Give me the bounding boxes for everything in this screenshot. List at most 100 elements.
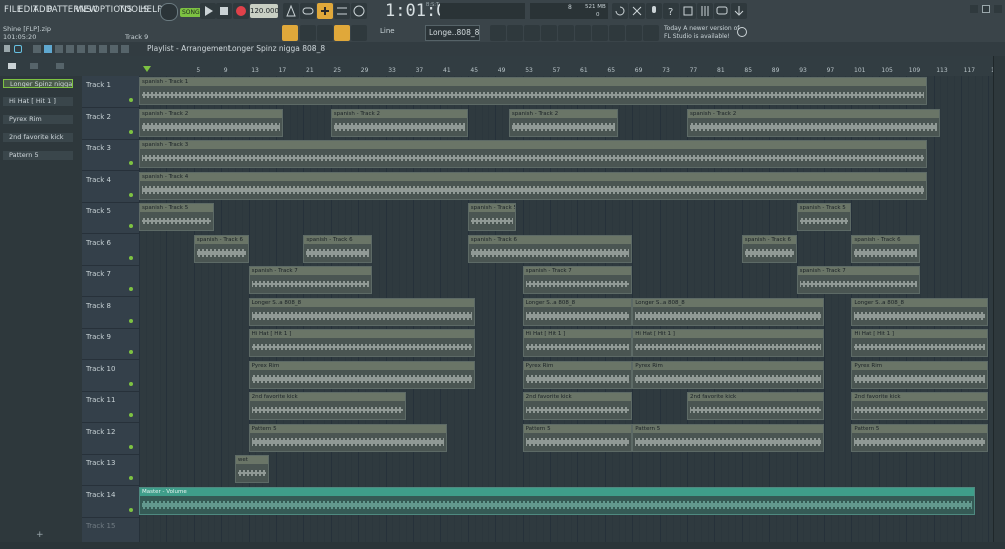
playlist-clip[interactable]: Hi Hat [ Hit 1 ] <box>248 329 475 357</box>
playlist-clip[interactable]: spanish - Track 2 <box>139 108 283 137</box>
track-header-2[interactable]: Track 2 <box>82 108 139 140</box>
playback-tool-icon[interactable] <box>121 45 129 53</box>
picker-item-1[interactable]: Longer Spinz nigga 808_8 <box>3 79 73 88</box>
pencil-icon[interactable] <box>300 25 316 41</box>
track-header-8[interactable]: Track 8 <box>82 297 139 329</box>
playlist-tool-icon[interactable] <box>282 25 298 41</box>
track-led-8[interactable] <box>129 318 133 323</box>
magnet-icon[interactable] <box>14 45 22 53</box>
track-led-2[interactable] <box>129 129 133 134</box>
playlist-clip[interactable]: Pyrex Rim <box>522 360 633 389</box>
playlist-clip[interactable]: spanish - Track 5 <box>467 203 516 231</box>
playlist-clip[interactable]: spanish - Track 7 <box>796 266 920 294</box>
save-icon[interactable] <box>680 3 696 19</box>
playlist-clip[interactable]: Pattern 5 <box>851 423 989 452</box>
track-led-13[interactable] <box>129 476 133 480</box>
track-header-6[interactable]: Track 6 <box>82 234 139 266</box>
playlist-clip[interactable]: Pattern 5 <box>522 423 633 452</box>
playlist-clip[interactable]: spanish - Track 6 <box>467 234 633 263</box>
playlist-clip[interactable]: Pyrex Rim <box>851 360 989 389</box>
picker-item-2[interactable]: Hi Hat [ Hit 1 ] <box>3 97 73 106</box>
globe-icon[interactable] <box>737 27 747 37</box>
playlist-clip[interactable]: spanish - Track 7 <box>248 266 372 294</box>
microphone-icon[interactable] <box>646 3 662 19</box>
stop-button[interactable] <box>216 3 232 19</box>
playlist-clip[interactable]: Hi Hat [ Hit 1 ] <box>632 329 824 357</box>
playlist-clip[interactable]: wet <box>234 455 270 483</box>
undo-icon[interactable] <box>612 3 628 19</box>
slice-tool-icon[interactable] <box>88 45 96 53</box>
download-icon[interactable] <box>731 3 747 19</box>
playlist-clip[interactable]: spanish - Track 3 <box>139 140 927 168</box>
play-button[interactable] <box>200 3 216 19</box>
brush-icon[interactable] <box>317 25 333 41</box>
playlist-clip[interactable]: spanish - Track 6 <box>193 234 249 263</box>
window-maximize-button[interactable] <box>982 5 990 13</box>
zoom-tool-icon[interactable] <box>110 45 118 53</box>
picker-item-5[interactable]: Pattern 5 <box>3 151 73 160</box>
playlist-clip[interactable]: Pyrex Rim <box>632 360 824 389</box>
song-position-marker[interactable] <box>143 66 151 72</box>
mixer-icon[interactable] <box>697 3 713 19</box>
playlist-clip[interactable]: Pattern 5 <box>632 423 824 452</box>
playlist-clip[interactable]: spanish - Track 2 <box>508 108 619 137</box>
track-led-10[interactable] <box>129 381 133 386</box>
pencil-tool-icon[interactable] <box>33 45 41 53</box>
playlist-clip[interactable]: spanish - Track 4 <box>139 171 927 200</box>
playlist-clip[interactable]: Longer S..a 808_8 <box>522 297 633 326</box>
channel-rack-icon[interactable] <box>507 25 523 41</box>
playlist-clip[interactable]: Longer S..a 808_8 <box>851 297 989 326</box>
track-led-14[interactable] <box>129 507 133 512</box>
track-header-15[interactable]: Track 15 <box>82 517 139 549</box>
slip-tool-icon[interactable] <box>77 45 85 53</box>
track-header-9[interactable]: Track 9 <box>82 328 139 360</box>
delete-tool-icon[interactable] <box>55 45 63 53</box>
track-header-3[interactable]: Track 3 <box>82 139 139 171</box>
speaker-icon[interactable] <box>609 25 625 41</box>
playlist-clip[interactable]: Longer S..a 808_8 <box>632 297 824 326</box>
track-led-12[interactable] <box>129 444 133 449</box>
picker-item-4[interactable]: 2nd favorite kick <box>3 133 73 142</box>
track-header-12[interactable]: Track 12 <box>82 423 139 455</box>
playlist-clip[interactable]: Longer S..a 808_8 <box>248 297 475 326</box>
help-icon[interactable]: ? <box>663 3 679 19</box>
track-header-10[interactable]: Track 10 <box>82 360 139 392</box>
playlist-pattern[interactable]: Longer Spinz nigga 808_8 <box>228 44 325 53</box>
time-ruler[interactable]: 5 9 13 17 21 25 29 33 37 41 45 49 53 57 61 65 69 73 77 81 85… <box>139 56 994 76</box>
track-led-5[interactable] <box>129 224 133 228</box>
picker-icon-2[interactable] <box>30 63 38 69</box>
piano-roll-icon[interactable] <box>490 25 506 41</box>
select-tool-icon[interactable] <box>99 45 107 53</box>
playlist-clip[interactable]: spanish - Track 6 <box>741 234 797 263</box>
playlist-clip[interactable]: Hi Hat [ Hit 1 ] <box>522 329 633 357</box>
cut-icon[interactable] <box>629 3 645 19</box>
playlist-clip[interactable]: Pattern 5 <box>248 423 448 452</box>
shop-icon[interactable] <box>643 25 659 41</box>
playlist-clip[interactable]: spanish - Track 2 <box>687 108 941 137</box>
step-edit-icon[interactable] <box>317 3 333 19</box>
track-led-11[interactable] <box>129 413 133 417</box>
picker-icon-1[interactable] <box>8 63 16 69</box>
playlist-clip[interactable]: Hi Hat [ Hit 1 ] <box>851 329 989 357</box>
playlist-clip[interactable]: spanish - Track 5 <box>139 203 215 231</box>
add-pattern-icon[interactable]: + <box>36 530 44 540</box>
pin-icon[interactable] <box>592 25 608 41</box>
plugin-icon[interactable] <box>541 25 557 41</box>
paint-tool-icon[interactable] <box>44 45 52 53</box>
playlist-timeline[interactable]: 5 9 13 17 21 25 29 33 37 41 45 49 53 57 61 65 69 73 77 81 85… <box>139 56 994 542</box>
track-header-14[interactable]: Track 14 <box>82 486 139 518</box>
playlist-clip[interactable]: spanish - Track 6 <box>303 234 372 263</box>
vertical-scrollbar[interactable] <box>993 56 1005 542</box>
record-button[interactable] <box>233 3 249 19</box>
playlist-clip[interactable]: 2nd favorite kick <box>248 392 407 420</box>
browser-icon[interactable] <box>558 25 574 41</box>
playlist-clip[interactable]: 2nd favorite kick <box>522 392 633 420</box>
stamp-icon[interactable] <box>351 25 367 41</box>
link-icon[interactable] <box>334 25 350 41</box>
playlist-clip[interactable]: spanish - Track 6 <box>851 234 920 263</box>
picker-icon-3[interactable] <box>56 63 64 69</box>
loop-record-icon[interactable] <box>300 3 316 19</box>
playlist-menu-icon[interactable] <box>4 45 10 52</box>
playlist-clip[interactable]: Master - Volume <box>139 486 975 515</box>
track-header-5[interactable]: Track 5 <box>82 202 139 234</box>
